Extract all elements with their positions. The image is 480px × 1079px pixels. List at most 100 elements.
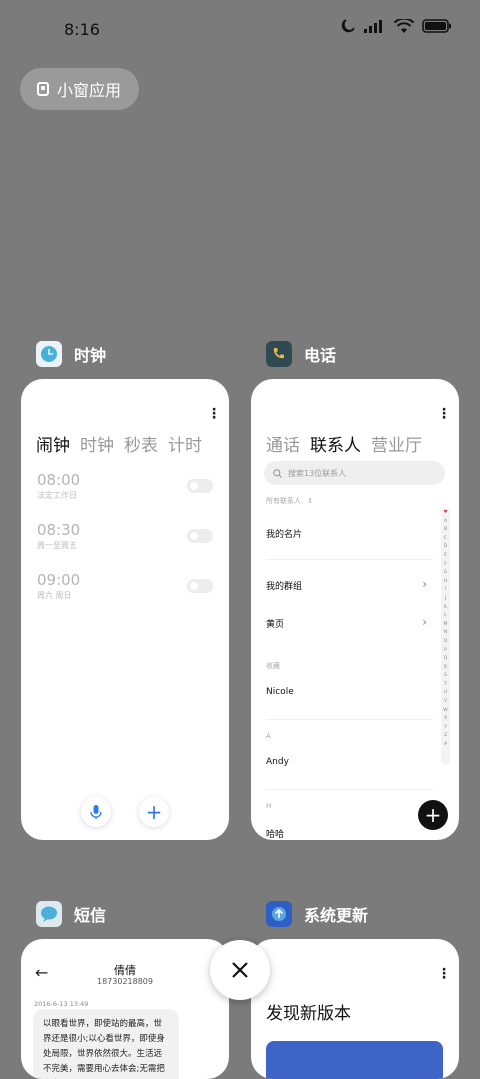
update-app-card[interactable]: ⋮ 发现新版本	[251, 939, 459, 1079]
phone-app-header[interactable]: 电话	[266, 341, 336, 367]
contact-row[interactable]: Andy	[266, 757, 289, 767]
alphabet-index-letter[interactable]: E	[444, 552, 447, 561]
alphabet-index-letter[interactable]: C	[444, 535, 447, 544]
close-all-button[interactable]	[210, 940, 270, 1000]
phone-app-card[interactable]: ⋮ 通话 联系人 营业厅 搜索13位联系人 所有联系人 ⇕ 我的名片 我的群组 …	[251, 379, 459, 840]
alphabet-index-scroller[interactable]: ♥ A B C D E F G H I J K L M N O P Q R S T U V W X Y Z #	[441, 509, 450, 765]
update-app-header[interactable]: 系统更新	[266, 901, 368, 927]
section-a-label: A	[266, 732, 271, 740]
more-options-icon[interactable]: ⋮	[207, 407, 221, 421]
alphabet-index-letter[interactable]: H	[444, 578, 447, 587]
alphabet-index-letter[interactable]: L	[444, 612, 447, 621]
sms-app-icon	[36, 901, 62, 927]
small-window-apps-button[interactable]: 小窗应用	[20, 68, 139, 110]
clock-app-card[interactable]: ⋮ 闹钟 时钟 秒表 计时 08:00 法定工作日 08:30 周一至周五 09…	[21, 379, 229, 840]
battery-icon	[422, 19, 451, 33]
contacts-filter[interactable]: 所有联系人 ⇕	[266, 496, 313, 506]
microphone-icon	[90, 805, 102, 819]
close-icon	[232, 962, 248, 978]
add-alarm-button[interactable]: +	[139, 797, 169, 827]
update-app-icon	[266, 901, 292, 927]
alphabet-index-letter[interactable]: R	[444, 664, 447, 673]
conversation-contact-number: 18730218809	[97, 977, 153, 986]
alphabet-index-letter[interactable]: U	[444, 689, 447, 698]
alphabet-index-letter[interactable]: P	[444, 647, 447, 656]
filter-label: 所有联系人	[266, 497, 301, 505]
sms-app-header[interactable]: 短信	[36, 901, 106, 927]
small-window-icon	[37, 82, 49, 96]
search-placeholder: 搜索13位联系人	[288, 468, 347, 478]
alphabet-index-letter[interactable]: #	[444, 741, 448, 750]
clock-tabs: 闹钟 时钟 秒表 计时	[36, 431, 202, 456]
tab-contacts[interactable]: 联系人	[310, 431, 361, 456]
update-app-name: 系统更新	[304, 906, 369, 925]
alphabet-index-letter[interactable]: O	[444, 638, 448, 647]
alarm-toggle[interactable]	[187, 479, 213, 493]
small-window-label: 小窗应用	[57, 81, 122, 100]
contact-row[interactable]: Nicole	[266, 687, 294, 697]
voice-alarm-button[interactable]	[81, 797, 111, 827]
alphabet-index-letter[interactable]: F	[444, 561, 447, 570]
alphabet-index-letter[interactable]: X	[444, 715, 447, 724]
alphabet-index-letter[interactable]: B	[444, 526, 447, 535]
clock-app-name: 时钟	[74, 346, 107, 365]
sms-app-name: 短信	[74, 906, 107, 925]
alphabet-index-letter[interactable]: Y	[444, 724, 447, 733]
chevron-right-icon: ›	[422, 577, 427, 591]
divider	[266, 719, 433, 720]
plus-icon: +	[424, 803, 442, 827]
favorites-section-label: 收藏	[266, 662, 280, 670]
tab-timer[interactable]: 计时	[168, 431, 202, 456]
more-options-icon[interactable]: ⋮	[437, 407, 451, 421]
update-banner	[266, 1041, 443, 1079]
sort-arrows-icon: ⇕	[307, 497, 314, 505]
message-timestamp: 2016-6-13 13:49	[34, 1000, 89, 1008]
contacts-search-input[interactable]: 搜索13位联系人	[264, 461, 445, 485]
yellow-pages-row[interactable]: 黄页	[266, 617, 284, 630]
alphabet-index-letter[interactable]: D	[444, 543, 447, 552]
alphabet-index-letter[interactable]: J	[445, 595, 446, 604]
alphabet-index-letter[interactable]: Q	[444, 655, 448, 664]
status-icons	[340, 18, 452, 34]
alarm-toggle[interactable]	[187, 529, 213, 543]
sms-app-card[interactable]: ← 倩倩 18730218809 2016-6-13 13:49 以眼看世界，即…	[21, 939, 229, 1079]
alphabet-index-letter[interactable]: N	[444, 629, 447, 638]
alarm-toggle[interactable]	[187, 579, 213, 593]
alphabet-index-letter[interactable]: W	[443, 707, 447, 716]
tab-clock[interactable]: 时钟	[80, 431, 114, 456]
tab-calls[interactable]: 通话	[266, 431, 300, 456]
alphabet-index-letter[interactable]: V	[444, 698, 447, 707]
alphabet-index-letter[interactable]: S	[444, 672, 447, 681]
my-card-row[interactable]: 我的名片	[266, 527, 302, 540]
contact-row[interactable]: 哈哈	[266, 827, 284, 840]
add-contact-button[interactable]: +	[418, 800, 448, 830]
more-options-icon[interactable]: ⋮	[437, 967, 451, 981]
alphabet-index-letter[interactable]: I	[445, 586, 446, 595]
alphabet-index-letter[interactable]: K	[444, 604, 447, 613]
divider	[266, 559, 433, 560]
search-icon	[273, 468, 282, 478]
update-headline: 发现新版本	[266, 1004, 351, 1024]
alphabet-index-letter[interactable]: M	[444, 621, 448, 630]
alphabet-index-letter[interactable]: A	[444, 518, 447, 527]
tab-service-hall[interactable]: 营业厅	[371, 431, 422, 456]
phone-app-name: 电话	[304, 346, 337, 365]
tab-alarm[interactable]: 闹钟	[36, 431, 70, 456]
alphabet-index-letter[interactable]: G	[444, 569, 448, 578]
clock-app-header[interactable]: 时钟	[36, 341, 106, 367]
moon-icon	[341, 19, 355, 33]
phone-tabs: 通话 联系人 营业厅	[266, 431, 422, 456]
alphabet-index-letter[interactable]: Z	[444, 732, 447, 741]
status-time: 8:16	[64, 20, 100, 39]
conversation-contact-name: 倩倩	[114, 964, 136, 977]
message-bubble[interactable]: 以眼看世界，即使站的最高，世界还是很小;以心看世界，即使身处局限，世界依然很大。…	[33, 1009, 179, 1079]
tab-stopwatch[interactable]: 秒表	[124, 431, 158, 456]
section-h-label: H	[266, 802, 272, 810]
my-groups-row[interactable]: 我的群组	[266, 579, 302, 592]
clock-app-icon	[36, 341, 62, 367]
alphabet-index-letter[interactable]: ♥	[443, 509, 447, 518]
phone-app-icon	[266, 341, 292, 367]
alphabet-index-letter[interactable]: T	[444, 681, 447, 690]
status-bar: 8:16	[0, 0, 480, 60]
plus-icon: +	[145, 800, 163, 824]
